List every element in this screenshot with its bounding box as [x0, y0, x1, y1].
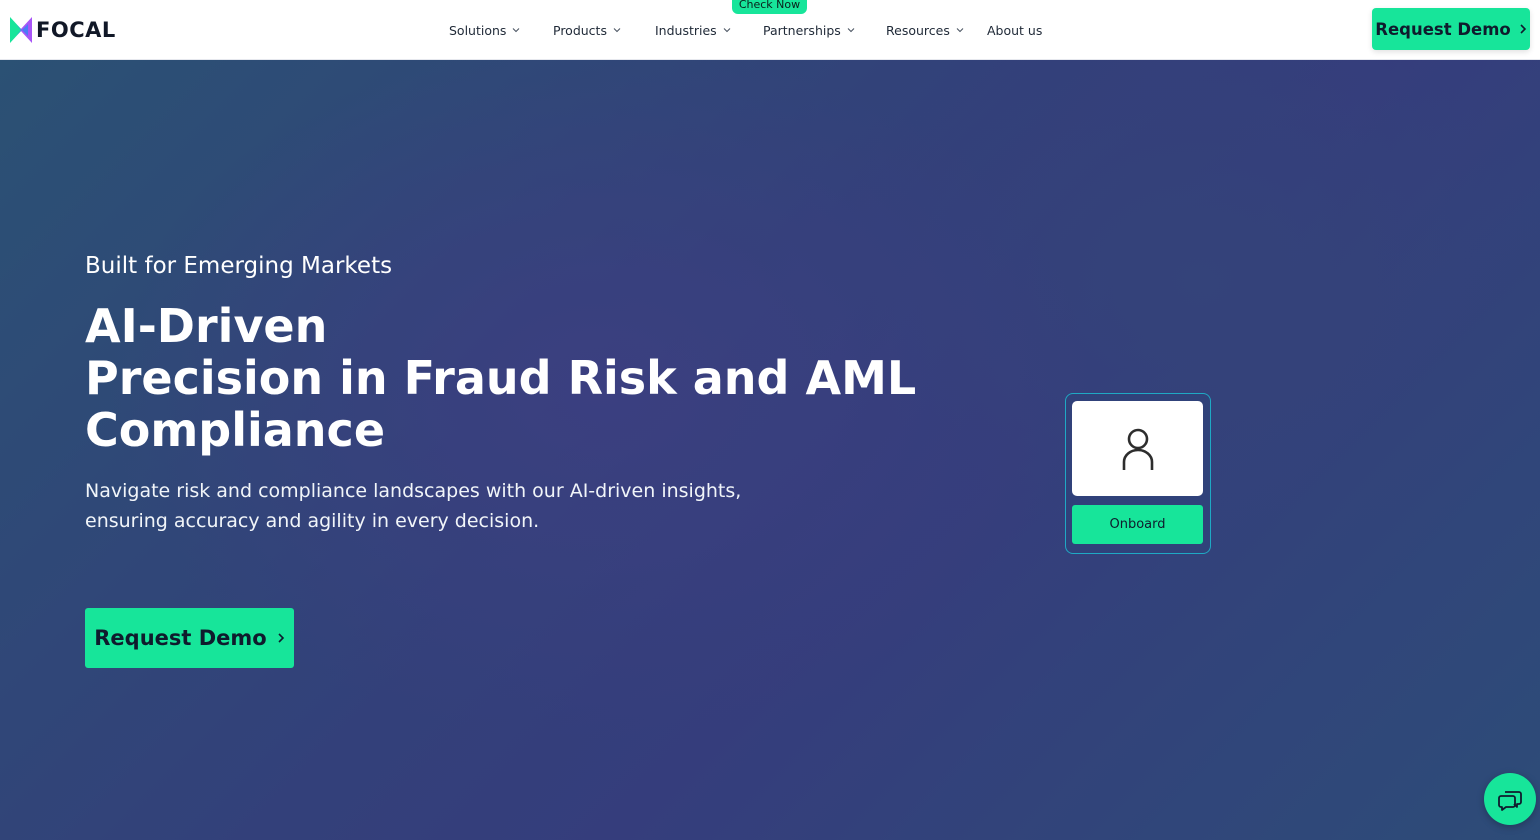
hero-request-demo-button[interactable]: Request Demo [85, 608, 294, 668]
chevron-down-icon [847, 28, 855, 33]
nav-products[interactable]: Products [553, 21, 621, 39]
subtext-line: ensuring accuracy and agility in every d… [85, 510, 540, 532]
nav-solutions[interactable]: Solutions [449, 21, 520, 39]
check-now-badge[interactable]: Check Now [732, 0, 807, 14]
button-label: Request Demo [94, 626, 267, 650]
headline-line: Compliance [85, 403, 386, 457]
chevron-down-icon [723, 28, 731, 33]
hero-section: Built for Emerging Markets AI-Driven Pre… [0, 60, 1540, 840]
onboard-button[interactable]: Onboard [1072, 505, 1203, 544]
nav-label: Industries [655, 22, 717, 38]
nav-label: Products [553, 22, 607, 38]
chat-widget-button[interactable] [1484, 773, 1536, 825]
hero-eyebrow: Built for Emerging Markets [85, 253, 393, 279]
button-label: Request Demo [1375, 19, 1511, 39]
nav-industries[interactable]: Industries [655, 21, 731, 39]
hero-subtext: Navigate risk and compliance landscapes … [85, 476, 742, 536]
headline-line: Precision in Fraud Risk and AML [85, 351, 917, 405]
nav-label: Partnerships [763, 22, 841, 38]
subtext-line: Navigate risk and compliance landscapes … [85, 480, 742, 502]
chevron-down-icon [513, 28, 520, 33]
chevron-right-icon [278, 633, 284, 643]
headline-line: AI-Driven [85, 299, 328, 353]
nav-label: Solutions [449, 22, 507, 38]
onboard-avatar [1072, 401, 1203, 496]
user-icon [1122, 428, 1153, 470]
nav-resources[interactable]: Resources [886, 21, 964, 39]
chevron-down-icon [613, 28, 621, 33]
nav-partnerships[interactable]: Partnerships [763, 21, 855, 39]
header-request-demo-button[interactable]: Request Demo [1372, 8, 1530, 50]
nav-label: About us [987, 22, 1043, 38]
hero-headline: AI-Driven Precision in Fraud Risk and AM… [85, 299, 917, 457]
nav-about-us[interactable]: About us [987, 21, 1042, 39]
site-header: FOCAL Solutions Products Industries Part… [0, 0, 1540, 60]
chat-icon [1498, 791, 1522, 811]
chevron-right-icon [1520, 24, 1526, 34]
chevron-down-icon [956, 28, 964, 33]
onboard-card: Onboard [1065, 393, 1211, 554]
nav-label: Resources [886, 22, 950, 38]
